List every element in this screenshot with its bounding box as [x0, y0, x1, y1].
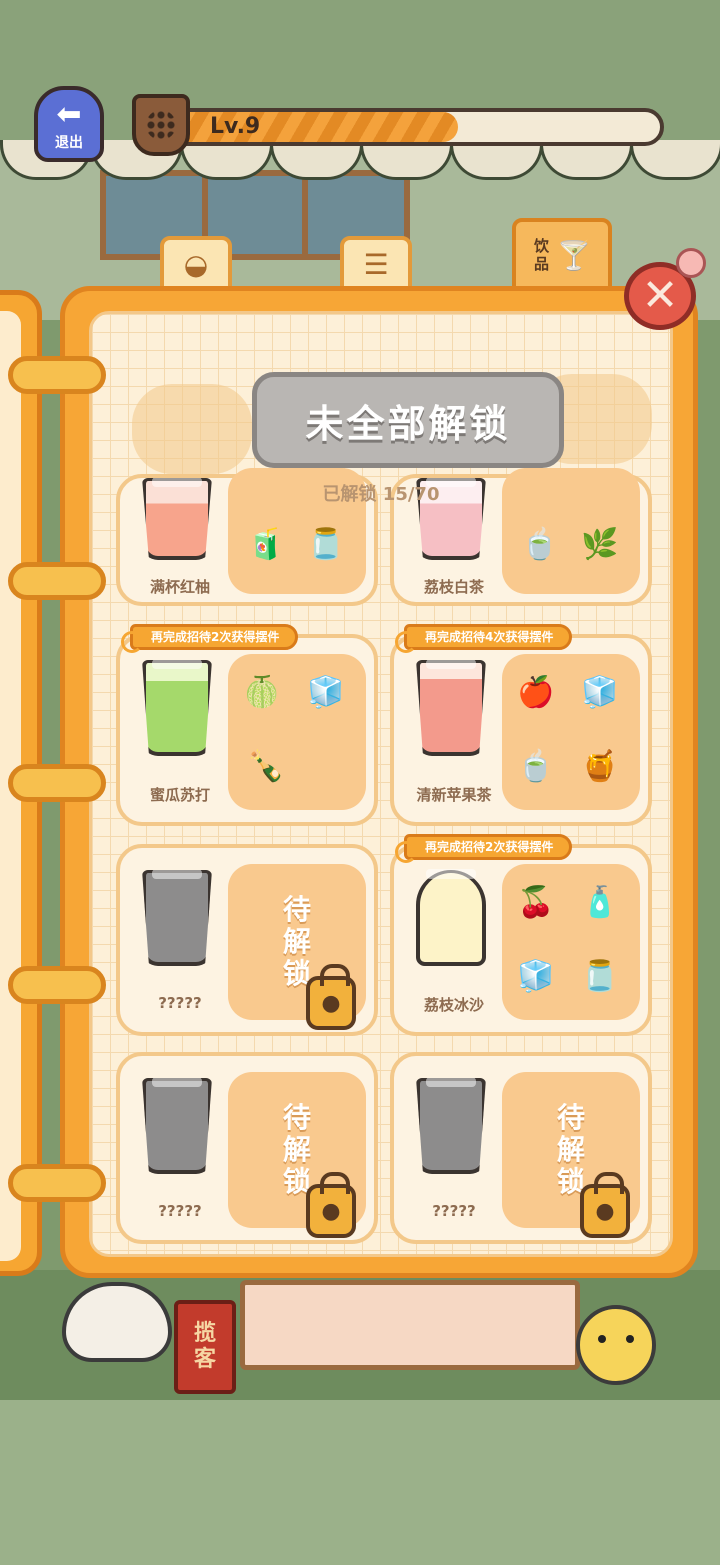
- drink-card[interactable]: 再完成招待2次获得摆件 蜜瓜苏打 🍈 🧊 🍾: [116, 624, 378, 826]
- drink-name: 清新苹果茶: [416, 786, 492, 804]
- unlocked-counter: 已解锁 15/70: [92, 480, 670, 506]
- tea-jar-icon: 🍵: [517, 748, 555, 784]
- back-arrow-icon: ⬅: [56, 97, 82, 132]
- exit-button[interactable]: ⬅ 退出: [34, 86, 104, 162]
- water-bottle-icon: 🧴: [581, 884, 619, 920]
- drink-catalog-book: 未全部解锁 已解锁 15/70 满杯红柚 🧃 🫙 荔枝白茶 🍵 🌿 再完成招待2…: [60, 286, 698, 1278]
- reward-banner: 再完成招待2次获得摆件: [394, 834, 573, 863]
- drink-card[interactable]: 再完成招待4次获得摆件 清新苹果茶 🍎 🧊 🍵 🍯: [390, 624, 652, 826]
- binder-ring: [8, 1164, 106, 1202]
- tab-orders[interactable]: ☰: [340, 236, 412, 292]
- locked-text: 待解锁: [557, 1101, 586, 1198]
- jar-icon: 🫙: [307, 526, 345, 562]
- background-floor: [0, 1400, 720, 1565]
- bubble-tea-level-icon: [132, 94, 190, 156]
- clipboard-icon: ☰: [363, 247, 389, 281]
- honey-jar-icon: 🍯: [581, 748, 619, 784]
- locked-ingredient-box: 待解锁 ●: [228, 1072, 366, 1238]
- locked-drink-icon: [142, 870, 212, 966]
- level-label: Lv.9: [210, 114, 261, 139]
- locked-text: 待解锁: [283, 1101, 312, 1198]
- melon-icon: 🍈: [243, 674, 281, 710]
- tab-drinks[interactable]: 饮品 🍸: [512, 218, 612, 292]
- cocktail-glass-icon: 🍸: [556, 238, 592, 272]
- binder-ring: [8, 966, 106, 1004]
- lock-icon: ●: [580, 1172, 630, 1238]
- ice-cube-icon: 🧊: [307, 674, 345, 710]
- soda-bottle-icon: 🍾: [247, 748, 285, 784]
- drink-card-locked[interactable]: ????? 待解锁 ●: [116, 844, 378, 1036]
- ice-cube-icon: 🧊: [517, 958, 555, 994]
- unlocked-count: 15/70: [382, 484, 440, 505]
- lock-icon: ●: [306, 964, 356, 1030]
- lock-icon: ●: [306, 1172, 356, 1238]
- orange-juice-icon: 🧃: [247, 526, 285, 562]
- chick-character: [576, 1305, 656, 1385]
- tea-jar-icon: 🍵: [521, 526, 559, 562]
- reward-banner: 再完成招待2次获得摆件: [120, 624, 299, 653]
- locked-drink-icon: [142, 1078, 212, 1174]
- ingredient-box: 🍎 🧊 🍵 🍯: [502, 654, 640, 810]
- drink-card[interactable]: 再完成招待2次获得摆件 荔枝冰沙 🍒 🧴 🧊 🫙: [390, 834, 652, 1036]
- level-progress-bar: Lv.9: [150, 108, 664, 146]
- binder-ring: [8, 562, 106, 600]
- lychee-slush-icon: [416, 869, 486, 966]
- drink-name: 满杯红柚: [149, 578, 210, 596]
- unlock-status-header: 未全部解锁: [252, 372, 564, 468]
- page-decoration: [132, 384, 252, 474]
- tea-leaf-icon: 🌿: [581, 526, 619, 562]
- drink-grid: 满杯红柚 🧃 🫙 荔枝白茶 🍵 🌿 再完成招待2次获得摆件 蜜瓜苏打 🍈 🧊 🍾…: [116, 468, 656, 1254]
- locked-drink-icon: [416, 1078, 486, 1174]
- attract-customers-label: 揽客: [193, 1321, 216, 1372]
- ice-cube-icon: 🧊: [581, 674, 619, 710]
- paw-decoration-icon: [676, 248, 706, 278]
- tab-drinks-label: 饮品: [534, 237, 550, 273]
- apple-icon: 🍎: [517, 674, 555, 710]
- shop-sign: [240, 1280, 580, 1370]
- binder-ring: [8, 764, 106, 802]
- ingredient-box: 🍒 🧴 🧊 🫙: [502, 864, 640, 1020]
- locked-ingredient-box: 待解锁 ●: [228, 864, 366, 1030]
- drink-name: ?????: [432, 1202, 476, 1220]
- attract-customers-button[interactable]: 揽客: [174, 1300, 236, 1394]
- lychee-icon: 🍒: [517, 884, 555, 920]
- jar-icon: 🫙: [581, 958, 619, 994]
- unlock-status-title: 未全部解锁: [305, 401, 511, 446]
- locked-ingredient-box: 待解锁 ●: [502, 1072, 640, 1238]
- level-progress-fill: [154, 112, 458, 142]
- drink-name: 荔枝冰沙: [423, 996, 484, 1014]
- drink-name: ?????: [158, 1202, 202, 1220]
- unlocked-label: 已解锁: [322, 484, 377, 505]
- ingredient-box: 🍈 🧊 🍾: [228, 654, 366, 810]
- drink-card-locked[interactable]: ????? 待解锁 ●: [390, 1052, 652, 1244]
- locked-text: 待解锁: [283, 893, 312, 990]
- drink-name: 荔枝白茶: [423, 578, 484, 596]
- close-icon: ✕: [641, 270, 679, 321]
- shop-awning: [0, 140, 720, 180]
- cat-character: [62, 1282, 172, 1362]
- drink-name: ?????: [158, 994, 202, 1012]
- drink-name: 蜜瓜苏打: [149, 786, 210, 804]
- apple-tea-icon: [416, 660, 486, 756]
- exit-label: 退出: [55, 135, 83, 151]
- melon-soda-icon: [142, 660, 212, 756]
- bread-icon: ◒: [183, 247, 209, 281]
- tab-bread[interactable]: ◒: [160, 236, 232, 292]
- drink-card-locked[interactable]: ????? 待解锁 ●: [116, 1052, 378, 1244]
- catalog-page: 未全部解锁 已解锁 15/70 满杯红柚 🧃 🫙 荔枝白茶 🍵 🌿 再完成招待2…: [89, 311, 673, 1257]
- binder-ring: [8, 356, 106, 394]
- reward-banner: 再完成招待4次获得摆件: [394, 624, 573, 653]
